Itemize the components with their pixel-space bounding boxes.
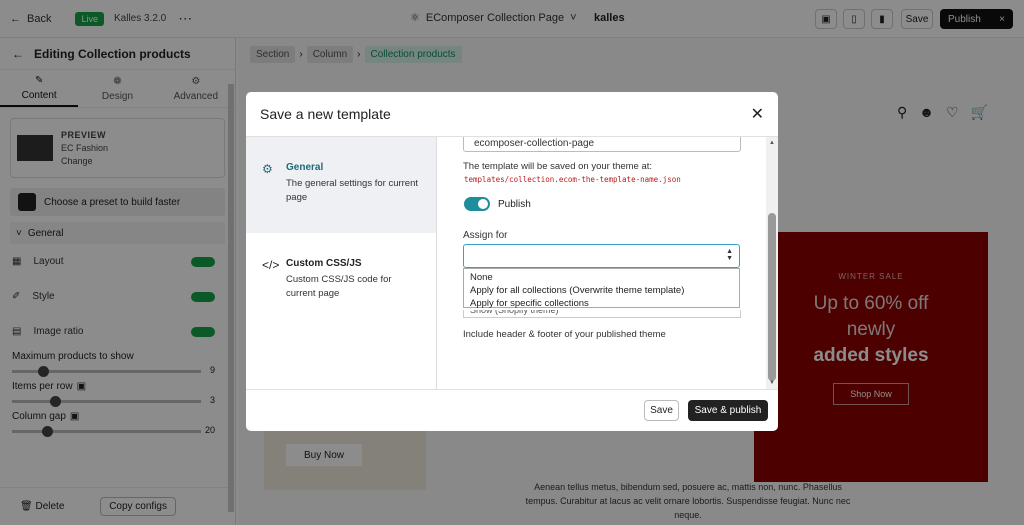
option-none[interactable]: None (470, 271, 733, 284)
modal-body: ecomposer-collection-page The template w… (438, 137, 766, 389)
close-icon[interactable]: ✕ (751, 104, 764, 124)
modal-footer: Save Save & publish (246, 389, 778, 431)
save-location-note: The template will be saved on your theme… (463, 161, 653, 172)
select-arrows-icon: ▲ ▼ (726, 248, 733, 262)
publish-toggle-row: Publish (455, 189, 539, 219)
save-template-modal: Save a new template ✕ ⚙ General The gene… (246, 92, 778, 431)
code-icon: </> (262, 258, 280, 272)
assign-for-select[interactable]: ▲ ▼ (463, 244, 740, 268)
save-publish-highlight: Save & publish (684, 393, 773, 427)
publish-toggle-label: Publish (498, 198, 531, 210)
assign-for-label: Assign for (463, 230, 508, 241)
publish-toggle[interactable] (464, 197, 490, 211)
modal-nav: ⚙ General The general settings for curre… (246, 137, 437, 389)
gear-icon: ⚙ (262, 162, 273, 176)
assign-for-group: Assign for ▲ ▼ None Apply for all collect… (455, 224, 742, 310)
modal-scrollbar[interactable]: ▲ ▼ (766, 137, 778, 389)
template-name-input[interactable]: ecomposer-collection-page (463, 137, 741, 152)
modal-header: Save a new template ✕ (246, 92, 778, 137)
scrollbar-thumb[interactable] (768, 213, 776, 381)
save-path: templates/collection.ecom-the-template-n… (464, 175, 681, 184)
option-specific-collections[interactable]: Apply for specific collections (470, 297, 733, 310)
save-button[interactable]: Save (644, 400, 679, 421)
nav-item-custom-css-js[interactable]: </> Custom CSS/JS Custom CSS/JS code for… (246, 233, 436, 329)
scroll-down-icon[interactable]: ▼ (769, 380, 775, 386)
assign-for-options: None Apply for all collections (Overwrit… (463, 268, 740, 310)
option-all-collections[interactable]: Apply for all collections (Overwrite the… (470, 284, 733, 297)
modal-title: Save a new template (260, 106, 391, 122)
save-publish-button[interactable]: Save & publish (688, 400, 768, 421)
scroll-up-icon[interactable]: ▲ (769, 140, 775, 146)
nav-item-general[interactable]: ⚙ General The general settings for curre… (246, 137, 436, 233)
layout-note: Include header & footer of your publishe… (463, 329, 666, 340)
